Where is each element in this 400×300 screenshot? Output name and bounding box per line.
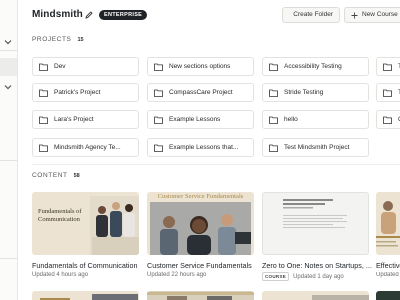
folder-icon — [39, 144, 48, 152]
updated-text: Updated 4 hours ago — [32, 272, 89, 278]
sidebar-item-selected[interactable] — [0, 58, 17, 76]
project-name: hello — [284, 116, 298, 123]
chevron-down-icon[interactable] — [3, 37, 13, 47]
project-name: New sections options — [169, 63, 231, 70]
course-tag: COURSE — [262, 272, 290, 281]
folder-icon — [269, 89, 278, 97]
project-card[interactable]: hello — [262, 110, 369, 129]
project-card[interactable]: Stride Testing — [262, 83, 369, 102]
content-thumbnail[interactable] — [376, 291, 400, 300]
content-title[interactable]: Effective — [376, 261, 400, 270]
content-title[interactable]: Fundamentals of Communication — [32, 261, 142, 270]
projects-heading: PROJECTS 15 — [32, 36, 84, 43]
project-card[interactable]: Lara's Project — [32, 110, 139, 129]
sidebar-divider — [0, 258, 17, 259]
project-name: Mindsmith Agency Te... — [54, 144, 121, 151]
content-meta: Updated 4 hours ago — [32, 272, 88, 278]
new-course-label: New Course — [362, 11, 398, 18]
chevron-down-icon[interactable] — [3, 82, 13, 92]
content-label: CONTENT — [32, 172, 68, 179]
project-card[interactable]: New sections options — [147, 57, 254, 76]
projects-count: 15 — [77, 36, 84, 43]
projects-label: PROJECTS — [32, 36, 72, 43]
project-card[interactable]: Patrick's Project — [32, 83, 139, 102]
project-card[interactable]: CompassCare Project — [147, 83, 254, 102]
section-divider — [32, 164, 400, 165]
updated-text: Updated — [376, 272, 399, 278]
content-meta: COURSE Updated 1 day ago — [262, 272, 344, 281]
folder-icon — [383, 89, 392, 97]
folder-icon — [269, 63, 278, 71]
project-name: Example Lessons that... — [169, 144, 239, 151]
create-folder-button[interactable]: Create Folder — [282, 7, 340, 23]
people-illustration — [376, 201, 400, 247]
content-thumbnail[interactable]: Fundamentals of Communication — [32, 192, 139, 255]
sidebar-divider — [0, 160, 17, 161]
folder-icon — [39, 116, 48, 124]
content-title[interactable]: Customer Service Fundamentals — [147, 261, 257, 270]
plan-badge: ENTERPRISE — [99, 10, 148, 20]
new-course-button[interactable]: New Course — [344, 7, 400, 23]
people-illustration — [40, 294, 138, 300]
content-count: 58 — [73, 172, 80, 179]
thumbnail-title: Fundamentals of Communication — [38, 208, 82, 223]
content-heading: CONTENT 58 — [32, 172, 80, 179]
folder-icon — [39, 63, 48, 71]
sidebar-divider — [0, 50, 17, 51]
updated-text: Updated 1 day ago — [293, 273, 344, 280]
content-meta: Updated — [376, 272, 400, 278]
project-name: Dev — [54, 63, 66, 70]
project-card[interactable]: Gi — [376, 110, 400, 129]
plus-icon — [351, 12, 358, 18]
content-thumbnail[interactable]: Customer Service Fundamentals — [147, 192, 254, 255]
folder-icon — [154, 89, 163, 97]
project-card[interactable]: Test Mindsmith Project — [262, 138, 369, 157]
people-illustration — [312, 295, 369, 300]
folder-icon — [269, 144, 278, 152]
content-thumbnail[interactable] — [262, 291, 369, 300]
sidebar-rail — [0, 0, 18, 300]
people-illustration — [147, 292, 254, 300]
folder-icon — [154, 116, 163, 124]
project-card[interactable]: Mindsmith Agency Te... — [32, 138, 139, 157]
folder-icon — [269, 116, 278, 124]
project-card[interactable]: Te — [376, 83, 400, 102]
pencil-icon[interactable] — [84, 10, 94, 20]
content-meta: Updated 22 hours ago — [147, 272, 206, 278]
workspace-title: Mindsmith — [32, 9, 83, 20]
folder-icon — [154, 144, 163, 152]
project-card[interactable]: Dev — [32, 57, 139, 76]
folder-icon — [383, 63, 392, 71]
updated-text: Updated 22 hours ago — [147, 272, 207, 278]
content-title[interactable]: Zero to One: Notes on Startups, ... — [262, 261, 372, 270]
project-name: Stride Testing — [284, 89, 324, 96]
folder-icon — [39, 89, 48, 97]
content-thumbnail[interactable] — [262, 192, 369, 255]
folder-icon — [383, 116, 392, 124]
document-preview — [283, 199, 347, 228]
project-name: Lara's Project — [54, 116, 94, 123]
project-card[interactable]: Example Lessons — [147, 110, 254, 129]
content-thumbnail[interactable] — [147, 291, 254, 300]
project-card[interactable]: Te — [376, 57, 400, 76]
project-card[interactable]: Accessibility Testing — [262, 57, 369, 76]
create-folder-label: Create Folder — [293, 11, 333, 18]
project-name: CompassCare Project — [169, 89, 233, 96]
content-thumbnail[interactable] — [32, 291, 139, 300]
content-thumbnail[interactable] — [376, 192, 400, 255]
project-card[interactable]: Example Lessons that... — [147, 138, 254, 157]
project-name: Accessibility Testing — [284, 63, 342, 70]
project-name: Patrick's Project — [54, 89, 101, 96]
call-center-illustration — [150, 202, 251, 255]
folder-icon — [154, 63, 163, 71]
project-name: Test Mindsmith Project — [284, 144, 350, 151]
project-name: Example Lessons — [169, 116, 221, 123]
